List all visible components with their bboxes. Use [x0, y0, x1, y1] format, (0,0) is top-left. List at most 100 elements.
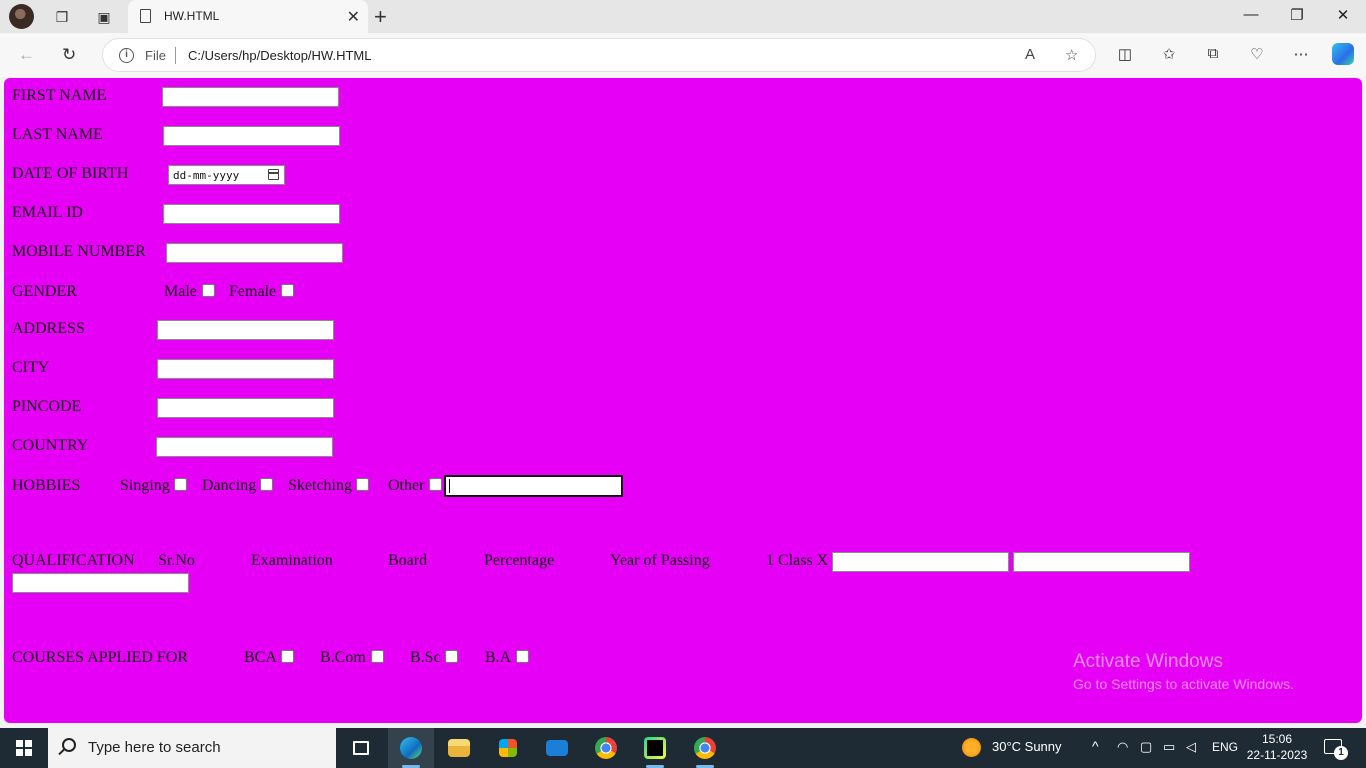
address-divider: [175, 47, 176, 64]
weather-text[interactable]: 30°C Sunny: [992, 739, 1062, 754]
close-window-button[interactable]: ✕: [1328, 6, 1358, 24]
taskbar-chrome-icon[interactable]: [583, 728, 629, 768]
email-input[interactable]: [163, 204, 340, 224]
gender-male-label: Male: [164, 283, 197, 300]
course-bsc-label: B.Sc: [410, 649, 441, 666]
profile-avatar[interactable]: [9, 4, 34, 29]
taskbar-store-icon[interactable]: [485, 728, 531, 768]
calendar-icon[interactable]: [268, 169, 279, 180]
dob-label: DATE OF BIRTH: [12, 165, 129, 182]
last-name-label: LAST NAME: [12, 126, 103, 143]
qualification-header-examination: Examination: [251, 552, 333, 569]
favorite-star-icon[interactable]: ☆: [1065, 46, 1078, 64]
search-icon: [62, 738, 76, 752]
taskbar-edge-icon[interactable]: [388, 728, 434, 768]
page-viewport: FIRST NAME LAST NAME DATE OF BIRTH dd-mm…: [4, 78, 1362, 723]
mobile-input[interactable]: [166, 243, 343, 263]
hobby-other-checkbox[interactable]: [429, 478, 442, 491]
more-menu-icon[interactable]: ⋯: [1290, 45, 1312, 63]
activate-windows-subtitle: Go to Settings to activate Windows.: [1073, 676, 1294, 692]
notification-center-icon[interactable]: 1: [1324, 739, 1348, 760]
hobby-singing-label: Singing: [120, 477, 170, 494]
notification-count-badge: 1: [1334, 746, 1348, 760]
course-ba-label: B.A: [485, 649, 512, 666]
first-name-input[interactable]: [162, 87, 339, 107]
tab-actions-icon[interactable]: ▣: [94, 7, 114, 27]
address-input[interactable]: [157, 320, 334, 340]
close-tab-icon[interactable]: ✕: [347, 7, 360, 27]
clock-time: 15:06: [1261, 732, 1293, 746]
camera-icon[interactable]: ▢: [1140, 739, 1152, 755]
back-button[interactable]: ←: [18, 45, 35, 65]
battery-icon[interactable]: ▭: [1163, 739, 1175, 755]
show-hidden-icons-chevron-icon[interactable]: ^: [1092, 738, 1099, 754]
browser-toolbar: ← ↻ i File C:/Users/hp/Desktop/HW.HTML A…: [0, 33, 1366, 77]
hobby-sketching-checkbox[interactable]: [356, 478, 369, 491]
minimize-button[interactable]: —: [1236, 6, 1266, 23]
qualification-header-srno: Sr.No: [158, 552, 195, 569]
gender-label: GENDER: [12, 283, 77, 300]
language-indicator[interactable]: ENG: [1212, 740, 1238, 754]
address-label: ADDRESS: [12, 320, 85, 337]
first-name-label: FIRST NAME: [12, 87, 107, 104]
taskbar-chrome-profile-icon[interactable]: [682, 728, 728, 768]
read-aloud-icon[interactable]: A: [1025, 46, 1035, 63]
course-bsc-checkbox[interactable]: [445, 650, 458, 663]
taskbar-file-explorer-icon[interactable]: [436, 728, 482, 768]
windows-taskbar: Type here to search 30°C Sunny ^ ◠ ▢ ▭ ◁…: [0, 728, 1366, 768]
copilot-icon[interactable]: [1332, 43, 1354, 65]
text-caret: [449, 479, 450, 493]
mobile-label: MOBILE NUMBER: [12, 243, 146, 260]
city-input[interactable]: [157, 359, 334, 379]
gender-male-checkbox[interactable]: [202, 284, 215, 297]
course-bca-checkbox[interactable]: [281, 650, 294, 663]
info-icon[interactable]: i: [119, 48, 134, 63]
restore-button[interactable]: ❐: [1282, 6, 1312, 24]
task-view-icon[interactable]: [338, 728, 384, 768]
last-name-input[interactable]: [163, 126, 340, 146]
collections-icon[interactable]: ⧉: [1202, 45, 1224, 62]
hobby-dancing-checkbox[interactable]: [260, 478, 273, 491]
course-bcom-checkbox[interactable]: [371, 650, 384, 663]
qualification-board-input[interactable]: [832, 552, 1009, 572]
windows-start-icon[interactable]: [16, 740, 32, 756]
qualification-header-percentage: Percentage: [484, 552, 555, 569]
taskbar-clock[interactable]: 15:06 22-11-2023: [1246, 731, 1308, 763]
taskbar-search-placeholder: Type here to search: [88, 739, 221, 756]
refresh-button[interactable]: ↻: [62, 45, 76, 65]
address-scheme-label: File: [145, 48, 166, 63]
favorites-icon[interactable]: ✩: [1158, 45, 1180, 63]
pincode-input[interactable]: [157, 398, 334, 418]
workspaces-icon[interactable]: ❐: [52, 7, 72, 27]
dob-placeholder: dd-mm-yyyy: [173, 169, 240, 182]
wifi-icon[interactable]: ◠: [1117, 739, 1128, 755]
qualification-header-board: Board: [388, 552, 428, 569]
pincode-label: PINCODE: [12, 398, 82, 415]
split-screen-icon[interactable]: ◫: [1114, 45, 1136, 63]
taskbar-mail-icon[interactable]: [534, 728, 580, 768]
hobby-other-label: Other: [388, 477, 425, 494]
tab-title: HW.HTML: [164, 9, 220, 23]
country-input[interactable]: [156, 437, 333, 457]
dob-input[interactable]: dd-mm-yyyy: [168, 165, 285, 185]
address-url[interactable]: C:/Users/hp/Desktop/HW.HTML: [188, 48, 372, 63]
address-bar[interactable]: i File C:/Users/hp/Desktop/HW.HTML A ☆: [102, 38, 1096, 72]
qualification-percentage-input[interactable]: [1013, 552, 1190, 572]
course-ba-checkbox[interactable]: [516, 650, 529, 663]
qualification-header-year: Year of Passing: [610, 552, 710, 569]
gender-female-checkbox[interactable]: [281, 284, 294, 297]
taskbar-search[interactable]: Type here to search: [48, 728, 336, 768]
tab-hw-html[interactable]: HW.HTML ✕: [128, 0, 368, 33]
clock-date: 22-11-2023: [1246, 748, 1308, 762]
city-label: CITY: [12, 359, 50, 376]
new-tab-button[interactable]: +: [374, 4, 387, 30]
taskbar-pycharm-icon[interactable]: [632, 728, 678, 768]
weather-sun-icon[interactable]: [962, 738, 981, 757]
hobby-other-input[interactable]: [444, 475, 623, 497]
hobby-dancing-label: Dancing: [202, 477, 257, 494]
qualification-row-label: 1 Class X: [766, 552, 829, 569]
volume-icon[interactable]: ◁: [1186, 739, 1196, 755]
browser-essentials-icon[interactable]: ♡: [1246, 45, 1268, 63]
qualification-year-input[interactable]: [12, 573, 189, 593]
hobby-singing-checkbox[interactable]: [174, 478, 187, 491]
